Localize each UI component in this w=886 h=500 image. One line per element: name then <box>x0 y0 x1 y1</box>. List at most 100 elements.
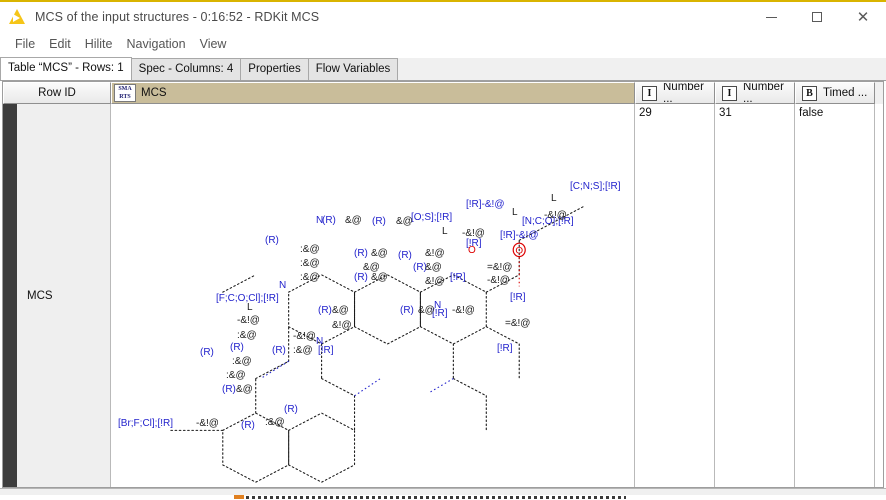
menu-bar: File Edit Hilite Navigation View <box>0 32 886 56</box>
smarts-label: &@ <box>371 248 388 259</box>
data-table: Row ID SMA RTS MCS I Number ... I Number … <box>2 81 884 488</box>
smarts-label: (R) <box>398 250 412 261</box>
tab-strip: Table “MCS” - Rows: 1 Spec - Columns: 4 … <box>0 57 886 81</box>
smarts-label: N <box>279 280 287 291</box>
column-header-label: Number ... <box>743 82 784 104</box>
knime-triangle-icon <box>9 8 27 26</box>
smarts-label: :&@ <box>300 244 320 255</box>
background-text-sliver <box>246 496 626 499</box>
smarts-label: (R) <box>318 305 332 316</box>
smarts-label: (R) <box>354 248 368 259</box>
column-header-timed[interactable]: B Timed ... <box>795 82 875 104</box>
smarts-label: L <box>247 302 253 313</box>
smarts-label: (R) <box>222 384 236 395</box>
smarts-label: [!R] <box>510 292 526 303</box>
smarts-label: -&!@ <box>196 418 219 429</box>
cell-timed[interactable]: false <box>795 104 875 487</box>
window-title: MCS of the input structures - 0:16:52 - … <box>35 10 320 24</box>
smarts-label: &@ <box>345 215 362 226</box>
smarts-label: &!@ <box>332 320 352 331</box>
smarts-label: &!@ <box>425 248 445 259</box>
smarts-label: (R) <box>272 345 286 356</box>
row-color-strip <box>3 104 17 487</box>
integer-type-icon: I <box>722 85 737 101</box>
menu-item-hilite[interactable]: Hilite <box>78 35 120 53</box>
smarts-label: (R) <box>400 305 414 316</box>
menu-item-edit[interactable]: Edit <box>42 35 78 53</box>
title-bar: MCS of the input structures - 0:16:52 - … <box>0 2 886 32</box>
smarts-label: [!R] <box>497 343 513 354</box>
smarts-type-icon: SMA RTS <box>114 84 136 102</box>
smarts-label: -&!@ <box>237 315 260 326</box>
menu-item-file[interactable]: File <box>8 35 42 53</box>
smarts-label: (R) <box>284 404 298 415</box>
close-icon: ✕ <box>856 8 870 26</box>
column-header-mcs[interactable]: SMA RTS MCS <box>111 82 635 104</box>
smarts-label: (R) <box>241 420 255 431</box>
window-controls: ✕ <box>748 2 886 32</box>
smarts-label: L <box>551 193 557 204</box>
smarts-label: (R) <box>372 216 386 227</box>
smarts-label: =&!@ <box>505 318 531 329</box>
column-header-label: Timed ... <box>823 87 868 99</box>
smarts-label: [O;S];[!R] <box>411 212 453 223</box>
table-row[interactable]: MCS O [C;N;S];[!R] L [N;C;O];[!R] L -&!@… <box>3 104 883 487</box>
column-header-label: Number ... <box>663 82 704 104</box>
smarts-label: &@ <box>425 262 442 273</box>
smarts-label: :&@ <box>265 417 285 428</box>
column-header-label: MCS <box>141 87 167 99</box>
smarts-label: &@ <box>371 272 388 283</box>
smarts-label: :&@ <box>226 370 246 381</box>
smarts-label: -&!@ <box>452 305 475 316</box>
maximize-button[interactable] <box>794 2 840 32</box>
integer-type-icon: I <box>642 85 657 101</box>
smarts-label: (R) <box>230 342 244 353</box>
cell-row-id[interactable]: MCS <box>3 104 111 487</box>
background-content-below-window <box>0 495 886 500</box>
menu-item-view[interactable]: View <box>193 35 234 53</box>
tab-flow-variables[interactable]: Flow Variables <box>307 58 399 80</box>
tab-table-mcs[interactable]: Table “MCS” - Rows: 1 <box>0 57 132 80</box>
column-header-number-2[interactable]: I Number ... <box>715 82 795 104</box>
background-orange-marker <box>234 495 244 499</box>
smarts-label: &@ <box>418 305 435 316</box>
row-id-label: MCS <box>27 289 53 302</box>
smarts-label: (R) <box>200 347 214 358</box>
menu-item-navigation[interactable]: Navigation <box>120 35 193 53</box>
column-header-label: Row ID <box>38 87 76 99</box>
smarts-label: =&!@ <box>487 262 513 273</box>
smarts-label: (R) <box>354 272 368 283</box>
column-header-row-id[interactable]: Row ID <box>3 82 111 104</box>
smarts-label: [!R]-&!@ <box>500 230 539 241</box>
smarts-label: (R) <box>322 215 336 226</box>
smarts-label: :&@ <box>300 258 320 269</box>
minimize-button[interactable] <box>748 2 794 32</box>
minimize-icon <box>765 16 777 18</box>
smarts-label: &@ <box>236 384 253 395</box>
tab-properties[interactable]: Properties <box>240 58 309 80</box>
smarts-label: [!R]-&!@ <box>466 199 505 210</box>
smarts-label: &@ <box>332 305 349 316</box>
close-button[interactable]: ✕ <box>840 2 886 32</box>
smarts-label: &@ <box>396 216 413 227</box>
cell-number-1[interactable]: 29 <box>635 104 715 487</box>
smarts-label: L <box>442 226 448 237</box>
table-header-row: Row ID SMA RTS MCS I Number ... I Number … <box>3 82 883 104</box>
smarts-label: [Br;F;Cl];[!R] <box>118 418 173 429</box>
smarts-label: :&@ <box>232 356 252 367</box>
boolean-type-icon: B <box>802 85 817 101</box>
smarts-label: [C;N;S];[!R] <box>570 181 621 192</box>
smarts-label: -&!@ <box>293 331 316 342</box>
smarts-label: :&@ <box>293 345 313 356</box>
smarts-label: -&!@ <box>487 275 510 286</box>
maximize-icon <box>812 12 822 22</box>
cell-mcs-structure[interactable]: O [C;N;S];[!R] L [N;C;O];[!R] L -&!@ [!R]-&!@… <box>111 104 635 487</box>
smarts-label: [!R] <box>450 272 466 283</box>
smarts-label: O <box>468 245 476 256</box>
cell-number-2[interactable]: 31 <box>715 104 795 487</box>
column-header-number-1[interactable]: I Number ... <box>635 82 715 104</box>
tab-spec-columns[interactable]: Spec - Columns: 4 <box>130 58 242 80</box>
smarts-label: -&!@ <box>544 210 567 221</box>
smarts-label-layer: [C;N;S];[!R] L [N;C;O];[!R] L -&!@ [!R]-&!@ [!… <box>111 104 634 487</box>
smarts-label: :&@ <box>300 272 320 283</box>
